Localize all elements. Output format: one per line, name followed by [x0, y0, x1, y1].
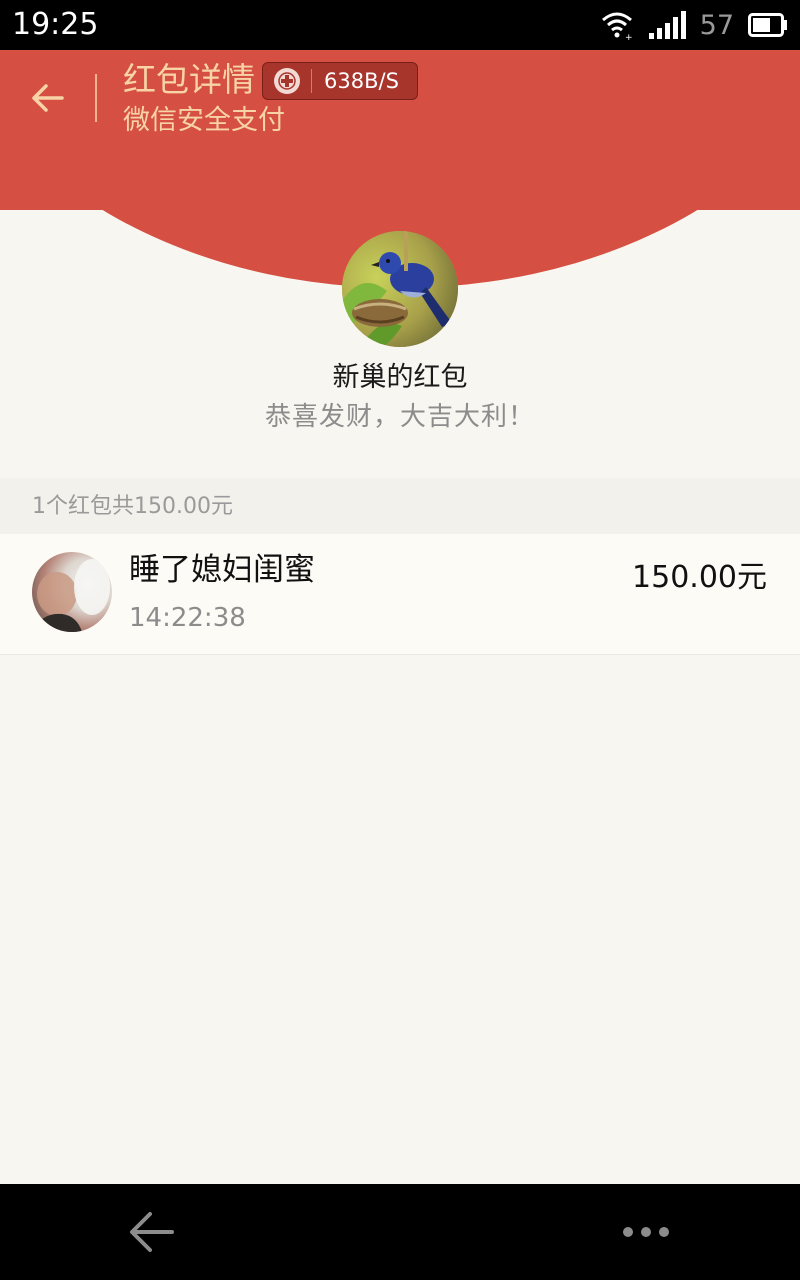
list-item[interactable]: 睡了媳妇闺蜜 14:22:38 150.00元	[0, 534, 800, 655]
greeting-message: 恭喜发财，大吉大利！	[264, 402, 535, 432]
back-icon[interactable]	[128, 1210, 176, 1254]
bird-image	[342, 231, 458, 347]
status-time: 19:25	[12, 7, 99, 42]
sender-avatar[interactable]	[342, 231, 458, 347]
page-title: 红包详情	[123, 60, 255, 99]
battery-icon	[748, 13, 787, 37]
status-bar: 19:25 + 57	[0, 0, 800, 50]
header-divider	[95, 74, 97, 122]
battery-level: 57	[699, 9, 734, 41]
person-image	[32, 559, 110, 632]
summary-text: 1个红包共150.00元	[32, 494, 233, 519]
accelerator-icon	[274, 68, 300, 94]
arrow-left-icon[interactable]	[28, 78, 68, 118]
summary-bar: 1个红包共150.00元	[0, 478, 800, 534]
badge-separator	[311, 69, 312, 93]
signal-icon	[648, 11, 686, 39]
navigation-bar	[0, 1184, 800, 1280]
avatar[interactable]	[32, 552, 112, 632]
network-speed: 638B/S	[324, 69, 399, 93]
sender-name: 新巢的红包	[332, 362, 468, 393]
received-amount: 150.00元	[632, 560, 767, 595]
network-speed-badge[interactable]: 638B/S	[262, 62, 418, 100]
svg-text:+: +	[625, 33, 633, 40]
more-icon[interactable]	[620, 1220, 672, 1244]
status-icons: + 57	[600, 6, 788, 44]
receiver-name: 睡了媳妇闺蜜	[129, 552, 315, 588]
page-subtitle: 微信安全支付	[123, 105, 285, 136]
receive-time: 14:22:38	[129, 603, 246, 633]
wifi-icon: +	[601, 12, 633, 40]
